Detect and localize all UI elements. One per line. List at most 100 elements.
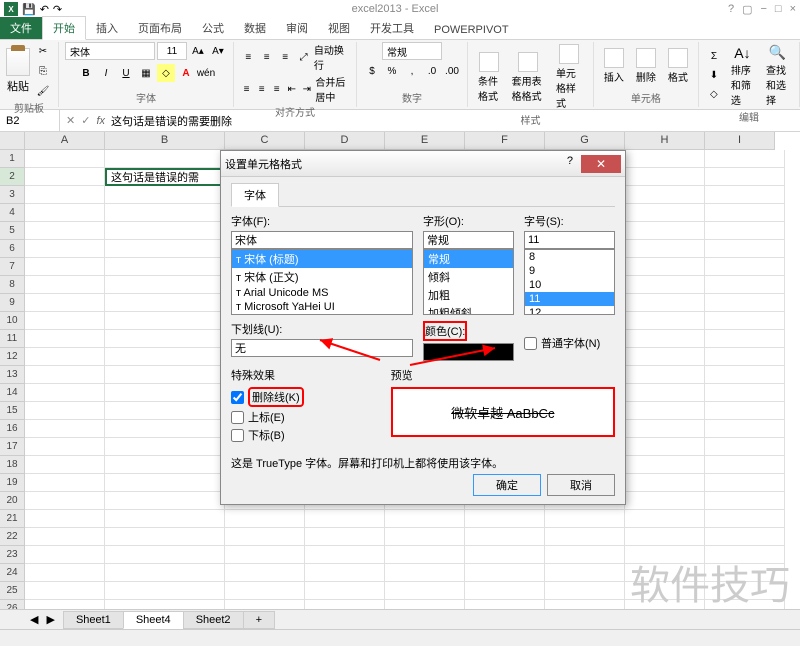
row-header[interactable]: 22 xyxy=(0,528,25,546)
cell[interactable] xyxy=(25,168,105,186)
cell[interactable] xyxy=(545,528,625,546)
row-header[interactable]: 3 xyxy=(0,186,25,204)
indent-inc-icon[interactable]: ⇥ xyxy=(300,80,313,98)
col-header[interactable]: C xyxy=(225,132,305,150)
cell[interactable] xyxy=(705,402,785,420)
list-item[interactable]: 11 xyxy=(525,292,614,306)
increase-font-icon[interactable]: A▴ xyxy=(189,42,207,60)
cell[interactable] xyxy=(705,420,785,438)
style-input[interactable] xyxy=(423,231,514,249)
cell[interactable] xyxy=(625,150,705,168)
cell[interactable] xyxy=(625,276,705,294)
wrap-text-button[interactable]: 自动换行 xyxy=(314,42,350,72)
row-header[interactable]: 9 xyxy=(0,294,25,312)
list-item[interactable]: ᴛ Arial Unicode MS xyxy=(232,286,412,300)
row-header[interactable]: 11 xyxy=(0,330,25,348)
font-size-select[interactable] xyxy=(157,42,187,60)
align-top-icon[interactable]: ≡ xyxy=(240,48,256,66)
cell[interactable] xyxy=(25,546,105,564)
cell[interactable] xyxy=(705,186,785,204)
maximize-icon[interactable]: □ xyxy=(775,3,782,16)
row-header[interactable]: 12 xyxy=(0,348,25,366)
decrease-font-icon[interactable]: A▾ xyxy=(209,42,227,60)
cell[interactable] xyxy=(105,222,225,240)
cell[interactable] xyxy=(225,564,305,582)
cell[interactable] xyxy=(625,510,705,528)
cell[interactable] xyxy=(625,528,705,546)
cell[interactable] xyxy=(465,564,545,582)
format-cells-button[interactable]: 格式 xyxy=(664,46,692,86)
row-header[interactable]: 15 xyxy=(0,402,25,420)
help-icon[interactable]: ? xyxy=(728,3,734,16)
cell[interactable] xyxy=(25,456,105,474)
cell[interactable] xyxy=(105,348,225,366)
cell[interactable] xyxy=(305,546,385,564)
bold-button[interactable]: B xyxy=(77,64,95,82)
list-item[interactable]: ᴛ Microsoft YaHei UI xyxy=(232,300,412,314)
number-format-select[interactable] xyxy=(382,42,442,60)
cell[interactable] xyxy=(705,564,785,582)
cell[interactable] xyxy=(385,528,465,546)
tab-view[interactable]: 视图 xyxy=(318,17,360,39)
tab-developer[interactable]: 开发工具 xyxy=(360,17,424,39)
cell[interactable] xyxy=(225,510,305,528)
style-list[interactable]: 常规倾斜加粗加粗倾斜 xyxy=(423,249,514,315)
cell[interactable] xyxy=(105,204,225,222)
cell[interactable] xyxy=(385,546,465,564)
col-header[interactable]: H xyxy=(625,132,705,150)
cell[interactable] xyxy=(25,330,105,348)
cell[interactable] xyxy=(705,258,785,276)
cell[interactable] xyxy=(705,438,785,456)
cell[interactable] xyxy=(625,312,705,330)
cell[interactable] xyxy=(705,510,785,528)
row-header[interactable]: 4 xyxy=(0,204,25,222)
cell[interactable] xyxy=(105,438,225,456)
row-header[interactable]: 6 xyxy=(0,240,25,258)
row-header[interactable]: 1 xyxy=(0,150,25,168)
cell[interactable] xyxy=(705,312,785,330)
row-header[interactable]: 24 xyxy=(0,564,25,582)
cell[interactable] xyxy=(25,492,105,510)
row-header[interactable]: 10 xyxy=(0,312,25,330)
normal-font-checkbox[interactable]: 普通字体(N) xyxy=(524,335,615,351)
cell[interactable] xyxy=(705,294,785,312)
cell[interactable] xyxy=(25,582,105,600)
sheet-tab[interactable]: Sheet2 xyxy=(183,611,244,629)
list-item[interactable]: 10 xyxy=(525,278,614,292)
dialog-tab-font[interactable]: 字体 xyxy=(231,183,279,207)
sheet-tab-active[interactable]: Sheet4 xyxy=(123,611,184,629)
list-item[interactable]: ᴛ SimSun-ExtB xyxy=(232,314,412,315)
cell[interactable] xyxy=(625,240,705,258)
sheet-nav-prev-icon[interactable]: ◀ xyxy=(30,613,38,626)
qat-undo-icon[interactable]: ↶ xyxy=(40,3,49,16)
list-item[interactable]: 9 xyxy=(525,264,614,278)
cell[interactable] xyxy=(105,312,225,330)
cell[interactable] xyxy=(305,510,385,528)
cell[interactable] xyxy=(625,168,705,186)
cell[interactable] xyxy=(625,420,705,438)
cell[interactable] xyxy=(105,510,225,528)
cell[interactable] xyxy=(705,528,785,546)
dec-decimal-icon[interactable]: .00 xyxy=(443,62,461,80)
table-format-button[interactable]: 套用表格格式 xyxy=(508,50,548,105)
cell[interactable] xyxy=(385,564,465,582)
align-center-icon[interactable]: ≡ xyxy=(255,80,268,98)
row-header[interactable]: 25 xyxy=(0,582,25,600)
list-item[interactable]: 加粗倾斜 xyxy=(424,304,513,315)
cell[interactable] xyxy=(625,186,705,204)
select-all-corner[interactable] xyxy=(0,132,25,150)
sheet-tab[interactable]: Sheet1 xyxy=(63,611,124,629)
cell[interactable] xyxy=(625,222,705,240)
percent-icon[interactable]: % xyxy=(383,62,401,80)
cell[interactable] xyxy=(705,456,785,474)
cell[interactable] xyxy=(625,384,705,402)
font-color-button[interactable]: A xyxy=(177,64,195,82)
cell[interactable] xyxy=(25,366,105,384)
list-item[interactable]: 加粗 xyxy=(424,286,513,304)
cell[interactable] xyxy=(705,276,785,294)
col-header[interactable]: D xyxy=(305,132,385,150)
cell[interactable] xyxy=(705,168,785,186)
cell[interactable] xyxy=(225,582,305,600)
cell[interactable] xyxy=(465,528,545,546)
row-header[interactable]: 18 xyxy=(0,456,25,474)
